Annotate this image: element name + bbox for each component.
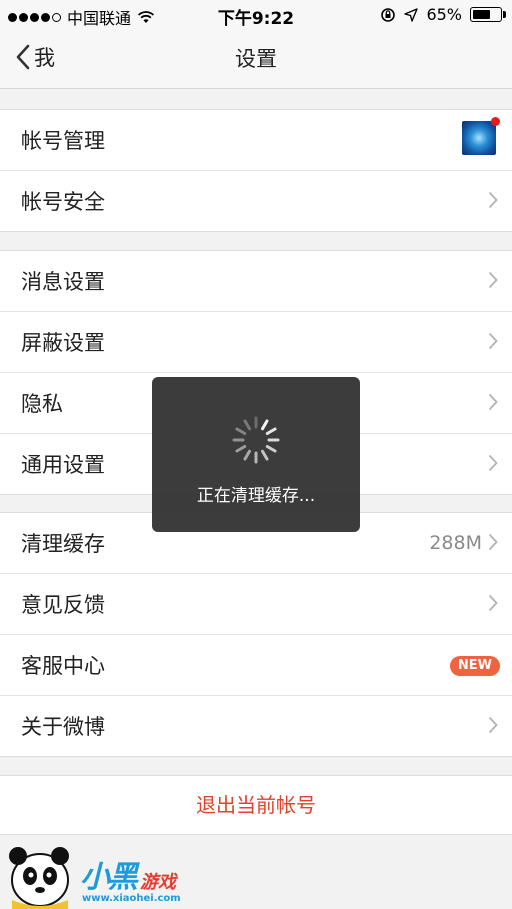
new-badge: NEW bbox=[449, 656, 500, 676]
battery-level bbox=[473, 10, 490, 19]
logout-button[interactable]: 退出当前帐号 bbox=[0, 775, 512, 835]
settings-item-account-security[interactable]: 帐号安全 bbox=[0, 171, 512, 231]
settings-group-account: 帐号管理 帐号安全 bbox=[0, 109, 512, 232]
toast-message: 正在清理缓存... bbox=[196, 486, 316, 506]
panda-mascot-icon bbox=[9, 847, 69, 909]
location-arrow-icon bbox=[404, 7, 419, 22]
battery-icon bbox=[470, 7, 506, 22]
settings-item-account-management[interactable]: 帐号管理 bbox=[0, 110, 512, 171]
chevron-right-icon bbox=[488, 332, 498, 350]
spinner-spoke bbox=[261, 449, 269, 461]
spinner-spoke bbox=[235, 445, 247, 453]
battery-percent: 65% bbox=[426, 5, 462, 24]
page-title: 设置 bbox=[235, 47, 277, 71]
settings-item-label: 意见反馈 bbox=[21, 593, 105, 617]
settings-item-label: 清理缓存 bbox=[21, 532, 105, 556]
spinner-spoke bbox=[243, 419, 251, 431]
orientation-lock-icon bbox=[381, 7, 396, 22]
chevron-right-icon bbox=[488, 191, 498, 209]
watermark-url: www.xiaohei.com bbox=[82, 893, 181, 904]
chevron-right-icon bbox=[488, 594, 498, 612]
settings-group-support: 清理缓存 288M 意见反馈 客服中心 NEW 关于微博 bbox=[0, 512, 512, 757]
avatar bbox=[462, 117, 500, 155]
spinner-spoke bbox=[265, 445, 277, 453]
settings-item-label: 关于微博 bbox=[21, 715, 105, 739]
settings-item-label: 帐号安全 bbox=[21, 190, 105, 214]
settings-item-about[interactable]: 关于微博 bbox=[0, 696, 512, 756]
navigation-bar: 我 设置 bbox=[0, 28, 512, 89]
settings-item-feedback[interactable]: 意见反馈 bbox=[0, 574, 512, 635]
settings-item-message-settings[interactable]: 消息设置 bbox=[0, 251, 512, 312]
spinner-spoke bbox=[265, 427, 277, 435]
spinner-spoke bbox=[261, 419, 269, 431]
watermark-logo: 小黑 游戏 www.xiaohei.com bbox=[0, 838, 210, 909]
chevron-right-icon bbox=[488, 271, 498, 289]
settings-item-label: 隐私 bbox=[21, 392, 63, 416]
settings-item-label: 消息设置 bbox=[21, 270, 105, 294]
loading-spinner-icon bbox=[232, 416, 280, 464]
settings-item-label: 帐号管理 bbox=[21, 129, 105, 153]
status-right: 65% bbox=[380, 5, 506, 24]
spinner-spoke bbox=[235, 427, 247, 435]
status-bar: 中国联通 下午9:22 65% bbox=[0, 0, 512, 29]
chevron-right-icon bbox=[488, 533, 498, 551]
watermark-brand-suffix: 游戏 bbox=[140, 872, 176, 893]
settings-item-label: 屏蔽设置 bbox=[21, 331, 105, 355]
settings-item-customer-service[interactable]: 客服中心 NEW bbox=[0, 635, 512, 696]
settings-item-label: 客服中心 bbox=[21, 654, 105, 678]
chevron-right-icon bbox=[488, 716, 498, 734]
watermark-brand: 小黑 bbox=[80, 860, 138, 895]
spinner-spoke bbox=[243, 449, 251, 461]
cache-size-value: 288M bbox=[429, 532, 482, 554]
settings-item-block-settings[interactable]: 屏蔽设置 bbox=[0, 312, 512, 373]
chevron-right-icon bbox=[488, 454, 498, 472]
chevron-right-icon bbox=[488, 393, 498, 411]
settings-item-label: 通用设置 bbox=[21, 453, 105, 477]
loading-toast: 正在清理缓存... bbox=[152, 377, 360, 532]
notification-dot bbox=[491, 117, 500, 126]
